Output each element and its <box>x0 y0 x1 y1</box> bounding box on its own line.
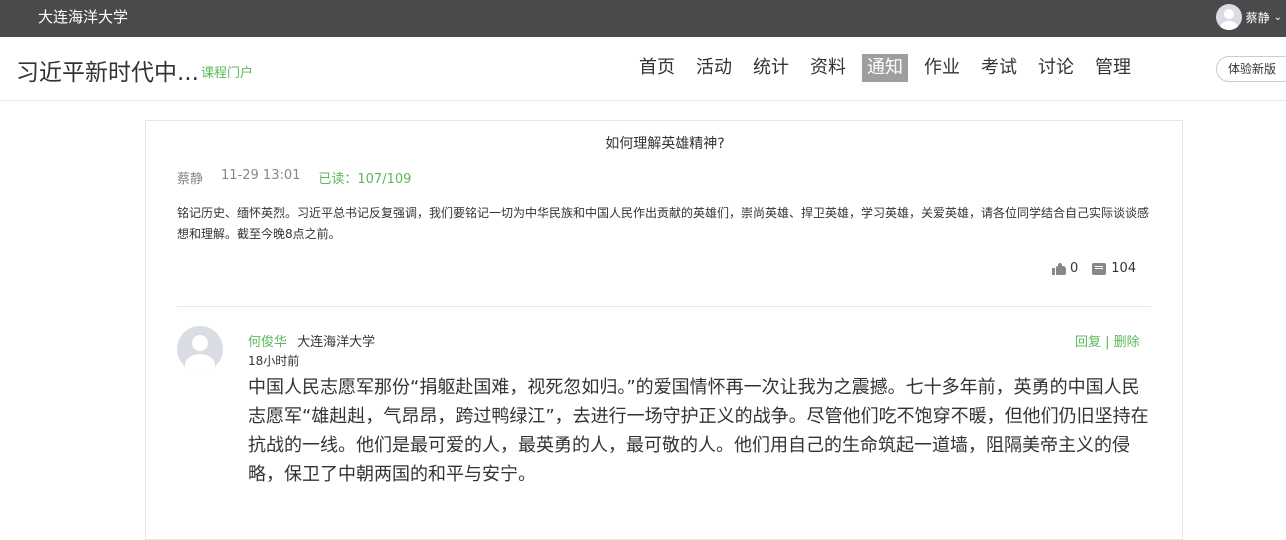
tab-manage[interactable]: 管理 <box>1090 54 1136 82</box>
tab-activities[interactable]: 活动 <box>691 54 737 82</box>
course-menu: 首页 活动 统计 资料 通知 作业 考试 讨论 管理 <box>634 54 1147 82</box>
reply-header: 何俊华 大连海洋大学 <box>248 331 375 350</box>
comment-count: 104 <box>1111 261 1137 276</box>
reply-time: 18小时前 <box>248 354 300 368</box>
reply-avatar <box>177 326 223 372</box>
try-new-version-button[interactable]: 体验新版 <box>1216 56 1286 82</box>
tab-discussion[interactable]: 讨论 <box>1033 54 1079 82</box>
tab-notices[interactable]: 通知 <box>862 54 908 82</box>
notice-body: 铭记历史、缅怀英烈。习近平总书记反复强调，我们要铭记一切为中华民族和中国人民作出… <box>177 206 1150 241</box>
reply-delete-actions[interactable]: 回复 | 删除 <box>1075 331 1140 350</box>
thumbs-up-icon[interactable] <box>1052 262 1066 275</box>
like-count: 0 <box>1070 261 1079 276</box>
read-status[interactable]: 已读：107/109 <box>318 168 411 187</box>
tab-materials[interactable]: 资料 <box>805 54 851 82</box>
reply-school: 大连海洋大学 <box>297 335 376 350</box>
chevron-down-icon[interactable]: ⌄ <box>1274 12 1282 23</box>
tab-exams[interactable]: 考试 <box>976 54 1022 82</box>
divider <box>177 306 1151 307</box>
notice-stats: 0 104 <box>1052 261 1136 276</box>
top-bar: 大连海洋大学 蔡静 ⌄ <box>0 0 1286 37</box>
tab-homework[interactable]: 作业 <box>919 54 965 82</box>
tab-statistics[interactable]: 统计 <box>748 54 794 82</box>
notice-card: 如何理解英雄精神? 蔡静 11-29 13:01 已读：107/109 铭记历史… <box>145 120 1183 540</box>
user-avatar-icon[interactable] <box>1215 4 1242 30</box>
reply-text: 中国人民志愿军那份“捐躯赴国难，视死忽如归。”的爱国情怀再一次让我为之震撼。七十… <box>248 377 1149 485</box>
school-name[interactable]: 大连海洋大学 <box>38 6 128 27</box>
user-menu[interactable]: 蔡静 ⌄ <box>1215 4 1282 30</box>
notice-title: 如何理解英雄精神? <box>605 136 725 152</box>
course-title[interactable]: 习近平新时代中... <box>16 53 199 87</box>
course-nav: 习近平新时代中... 课程门户 首页 活动 统计 资料 通知 作业 考试 讨论 … <box>0 37 1286 101</box>
user-name[interactable]: 蔡静 <box>1246 9 1270 26</box>
comment-icon[interactable] <box>1092 262 1107 275</box>
tab-home[interactable]: 首页 <box>634 54 680 82</box>
reply-author[interactable]: 何俊华 <box>248 335 287 350</box>
notice-meta: 蔡静 11-29 13:01 已读：107/109 <box>177 168 411 187</box>
notice-author: 蔡静 <box>177 172 204 187</box>
notice-time: 11-29 13:01 <box>221 168 301 183</box>
course-portal-link[interactable]: 课程门户 <box>201 62 253 81</box>
